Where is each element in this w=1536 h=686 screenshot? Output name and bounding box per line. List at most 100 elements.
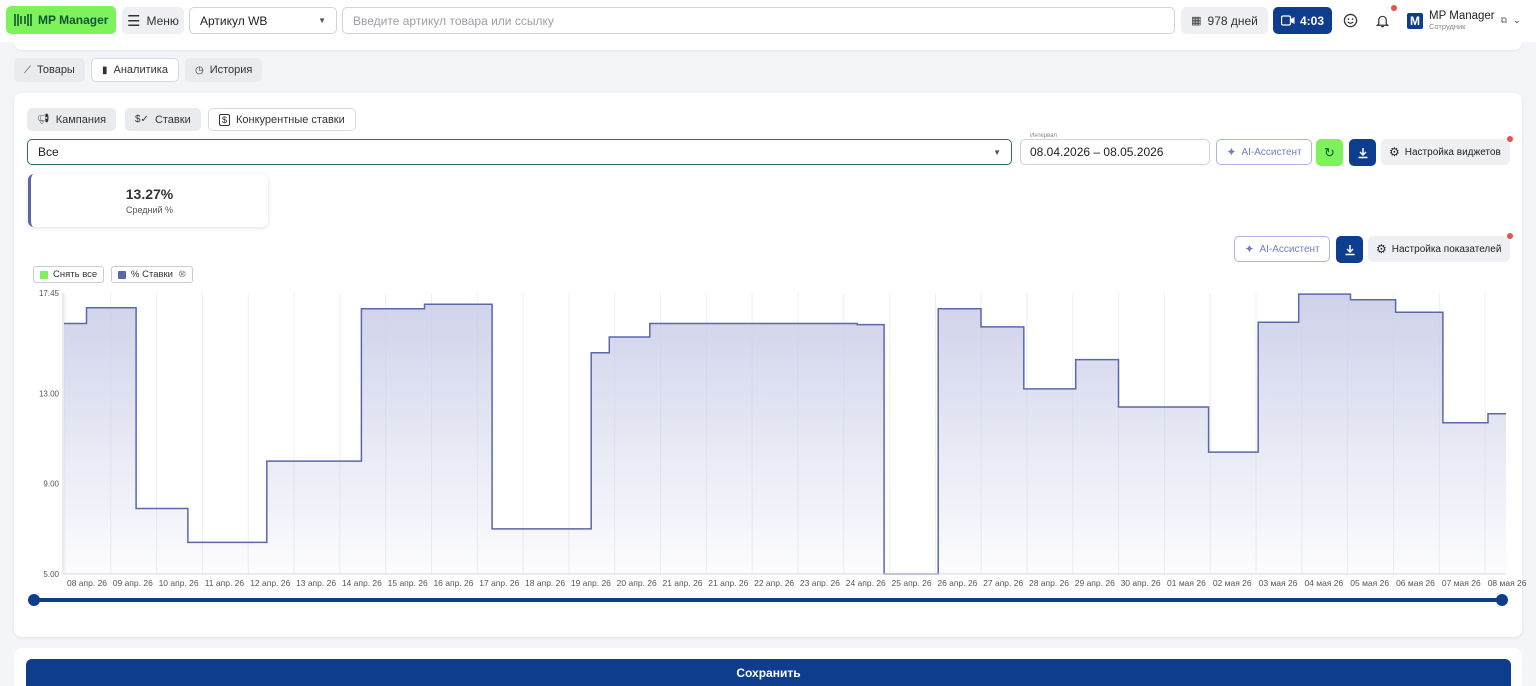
chevron-down-icon: ▼ — [993, 147, 1001, 157]
days-label: 978 дней — [1207, 13, 1258, 28]
x-tick-label: 23 апр. 26 — [800, 578, 840, 588]
x-tick-label: 05 мая 26 — [1350, 578, 1389, 588]
x-tick-label: 06 мая 26 — [1396, 578, 1435, 588]
user-menu[interactable]: M MP Manager Сотрудник ⧉ ⌄ — [1403, 7, 1529, 34]
x-tick-label: 25 апр. 26 — [892, 578, 932, 588]
user-role: Сотрудник — [1429, 21, 1466, 31]
legend-deselect-label: Снять все — [53, 269, 98, 280]
x-tick-label: 22 апр. 26 — [754, 578, 794, 588]
x-tick-label: 20 апр. 26 — [617, 578, 657, 588]
campaign-filter-value: Все — [38, 145, 59, 159]
stat-card: 13.27% Средний % — [28, 174, 268, 227]
chevron-down-icon: ▼ — [318, 16, 326, 25]
close-icon[interactable]: ⊗ — [178, 269, 186, 280]
tab-products[interactable]: ⟋ Товары — [14, 58, 85, 82]
interval-input[interactable]: 08.04.2026 – 08.05.2026 — [1020, 139, 1210, 165]
logo-text: MP Manager — [38, 13, 109, 27]
x-tick-label: 27 апр. 26 — [983, 578, 1023, 588]
header-strip — [14, 42, 1522, 50]
days-button[interactable]: ▦ 978 дней — [1181, 7, 1268, 34]
legend-deselect-all[interactable]: Снять все — [33, 266, 105, 283]
metrics-settings-label: Настройка показателей — [1391, 243, 1502, 255]
tab-analytics[interactable]: ▮ Аналитика — [91, 58, 179, 82]
x-tick-label: 12 апр. 26 — [250, 578, 290, 588]
y-tick-label: 9.00 — [43, 480, 59, 489]
chart-download-button[interactable] — [1336, 236, 1363, 263]
subtab-label: Кампания — [55, 113, 107, 126]
video-icon — [1280, 15, 1295, 26]
calendar-icon: ▦ — [1191, 15, 1202, 27]
y-tick-label: 5.00 — [43, 570, 59, 579]
widget-settings-dot — [1507, 136, 1513, 142]
x-tick-label: 03 мая 26 — [1259, 578, 1298, 588]
ai-assistant-button-chart[interactable]: ✦ AI-Ассистент — [1234, 236, 1330, 262]
legend-series-item[interactable]: % Ставки ⊗ — [111, 266, 194, 283]
download-icon — [1358, 147, 1367, 158]
series-area — [64, 294, 1506, 574]
tab-label: Аналитика — [113, 64, 168, 76]
bid-percent-chart: 08 апр. 26 09 апр. 26 10 апр. 26 11 апр. 26… — [28, 289, 1527, 606]
x-tick-label: 29 апр. 26 — [1075, 578, 1115, 588]
user-avatar: M — [1407, 12, 1423, 29]
y-tick-label: 13.00 — [39, 389, 60, 398]
interval-label: Интервал — [1028, 133, 1059, 139]
smile-button[interactable] — [1337, 7, 1363, 34]
range-handle-end[interactable] — [1496, 594, 1508, 606]
tab-history[interactable]: ◷ История — [185, 58, 263, 82]
gear-icon: ⚙ — [1376, 242, 1387, 256]
interval-value: 08.04.2026 – 08.05.2026 — [1030, 145, 1164, 159]
metrics-settings-button[interactable]: ⚙ Настройка показателей — [1368, 236, 1510, 262]
subtab-campaign[interactable]: 📢︎ Кампания — [27, 108, 117, 131]
x-tick-label: 21 апр. 26 — [708, 578, 748, 588]
ai-assistant-button[interactable]: ✦ AI-Ассистент — [1216, 139, 1312, 165]
campaign-filter-select[interactable]: Все ▼ — [27, 139, 1012, 165]
download-button[interactable] — [1349, 139, 1376, 166]
x-tick-label: 19 апр. 26 — [571, 578, 611, 588]
x-tick-label: 11 апр. 26 — [205, 578, 245, 588]
x-tick-label: 08 апр. 26 — [67, 578, 107, 588]
sparkle-icon: ✦ — [1226, 145, 1237, 159]
tab-label: Товары — [37, 64, 75, 76]
x-tick-label: 16 апр. 26 — [433, 578, 473, 588]
range-slider[interactable] — [28, 594, 1508, 606]
x-tick-label: 02 мая 26 — [1213, 578, 1252, 588]
stat-value: 13.27% — [125, 186, 174, 202]
legend-series-label: % Ставки — [131, 269, 173, 280]
widget-settings-button[interactable]: ⚙ Настройка виджетов — [1381, 139, 1510, 165]
x-tick-label: 17 апр. 26 — [479, 578, 519, 588]
competitor-icon: $ — [219, 113, 231, 126]
timer-button[interactable]: 4:03 — [1273, 7, 1332, 34]
x-tick-label: 26 апр. 26 — [937, 578, 977, 588]
subtab-competitor-bids[interactable]: $ Конкурентные ставки — [208, 108, 356, 131]
hamburger-icon: ☰ — [127, 12, 141, 30]
x-tick-label: 24 апр. 26 — [846, 578, 886, 588]
history-icon: ◷ — [195, 64, 204, 76]
line-chart-icon: ⟋ — [24, 64, 31, 76]
save-label: Сохранить — [736, 665, 801, 680]
menu-label: Меню — [146, 13, 179, 28]
menu-button[interactable]: ☰ Меню — [122, 7, 184, 34]
search-input[interactable]: Введите артикул товара или ссылку — [342, 7, 1175, 34]
x-tick-label: 21 апр. 26 — [662, 578, 702, 588]
artikul-select[interactable]: Артикул WB ▼ — [189, 7, 337, 34]
save-button[interactable]: Сохранить — [26, 659, 1511, 686]
bar-chart-icon: ▮ — [102, 64, 108, 76]
bell-icon — [1375, 15, 1389, 27]
logo[interactable]: MP Manager — [6, 6, 116, 34]
x-tick-label: 07 мая 26 — [1442, 578, 1481, 588]
metrics-settings-dot — [1507, 233, 1513, 239]
refresh-button[interactable]: ↻ — [1316, 139, 1343, 166]
subtab-bids[interactable]: $✓ Ставки — [125, 108, 201, 131]
x-tick-label: 09 апр. 26 — [113, 578, 153, 588]
x-tick-label: 28 апр. 26 — [1029, 578, 1069, 588]
x-tick-label: 08 мая 26 — [1488, 578, 1527, 588]
x-tick-label: 14 апр. 26 — [342, 578, 382, 588]
copy-icon: ⧉ — [1500, 15, 1508, 25]
refresh-icon: ↻ — [1324, 144, 1335, 160]
x-tick-label: 15 апр. 26 — [388, 578, 428, 588]
notifications-button[interactable] — [1369, 5, 1397, 34]
gear-icon: ⚙ — [1389, 145, 1400, 159]
x-tick-label: 30 апр. 26 — [1121, 578, 1161, 588]
range-handle-start[interactable] — [28, 594, 40, 606]
timer-label: 4:03 — [1299, 13, 1325, 28]
